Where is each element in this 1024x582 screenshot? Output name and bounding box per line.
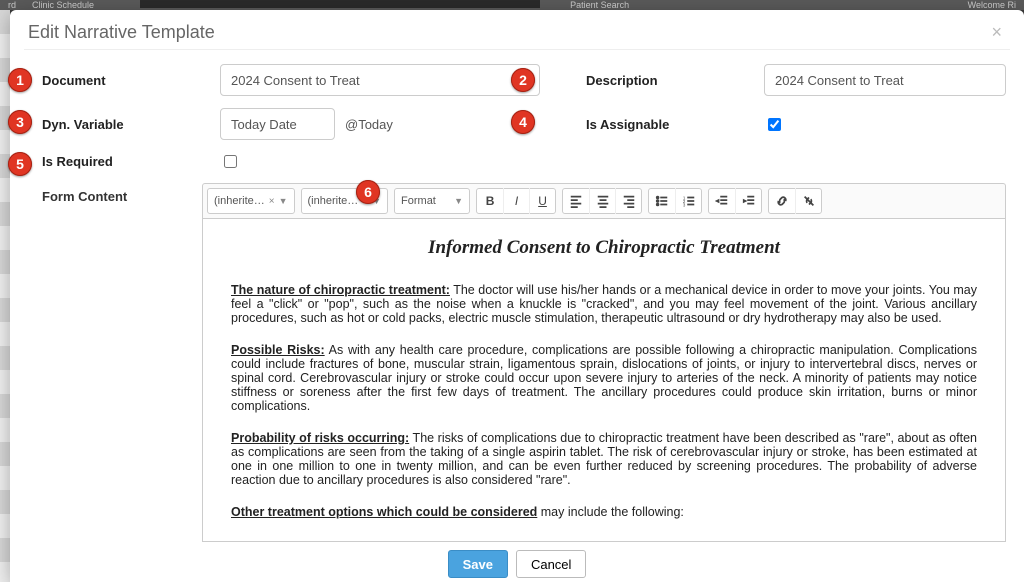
bg-menu-clinic: Clinic Schedule [24, 0, 102, 10]
annotation-badge-4: 4 [511, 110, 535, 134]
dynvar-input[interactable] [220, 108, 335, 140]
p1-lead: The nature of chiropractic treatment: [231, 283, 450, 297]
label-formcontent: Form Content [42, 183, 212, 542]
editor-content[interactable]: Informed Consent to Chiropractic Treatme… [202, 218, 1006, 542]
format-select[interactable]: Format ▼ [394, 188, 470, 214]
label-description: Description [586, 73, 756, 88]
editor-title: Informed Consent to Chiropractic Treatme… [231, 237, 977, 259]
annotation-badge-6: 6 [356, 180, 380, 204]
bold-button[interactable]: B [477, 188, 503, 214]
p2-lead: Possible Risks: [231, 343, 325, 357]
label-isrequired: Is Required [42, 154, 212, 169]
modal: Edit Narrative Template × Document Descr… [10, 10, 1024, 582]
bg-left-strip [0, 10, 10, 582]
number-list-button[interactable]: 123 [675, 188, 701, 214]
underline-button[interactable]: U [529, 188, 555, 214]
italic-button[interactable]: I [503, 188, 529, 214]
bg-menu: rd [0, 0, 24, 10]
font-size-value: (inherite… [308, 195, 359, 207]
align-center-button[interactable] [589, 188, 615, 214]
bullet-list-button[interactable] [649, 188, 675, 214]
bg-search [140, 0, 540, 8]
p3-lead: Probability of risks occurring: [231, 431, 409, 445]
p4-lead: Other treatment options which could be c… [231, 505, 537, 519]
outdent-button[interactable] [709, 188, 735, 214]
annotation-badge-3: 3 [8, 110, 32, 134]
bg-menu-patient: Patient Search [562, 0, 637, 10]
editor-toolbar: (inherite… × ▼ (inherite… × ▼ Format [202, 183, 1006, 218]
description-input[interactable] [764, 64, 1006, 96]
svg-text:3: 3 [682, 202, 685, 207]
annotation-badge-1: 1 [8, 68, 32, 92]
modal-title: Edit Narrative Template [28, 22, 215, 43]
p2-body: As with any health care procedure, compl… [231, 343, 977, 413]
dynvar-tag: @Today [345, 117, 393, 132]
save-button[interactable]: Save [448, 550, 508, 578]
unlink-button[interactable] [795, 188, 821, 214]
annotation-badge-5: 5 [8, 152, 32, 176]
cancel-button[interactable]: Cancel [516, 550, 586, 578]
align-left-button[interactable] [563, 188, 589, 214]
annotation-badge-2: 2 [511, 68, 535, 92]
align-right-button[interactable] [615, 188, 641, 214]
bg-welcome: Welcome Ri [968, 0, 1024, 10]
close-icon[interactable]: × [987, 22, 1006, 43]
font-family-select[interactable]: (inherite… × ▼ [207, 188, 295, 214]
link-button[interactable] [769, 188, 795, 214]
chevron-down-icon[interactable]: ▼ [279, 196, 288, 206]
isrequired-checkbox[interactable] [224, 155, 237, 168]
font-family-value: (inherite… [214, 195, 265, 207]
chevron-down-icon[interactable]: ▼ [454, 196, 463, 206]
label-document: Document [42, 73, 212, 88]
p4-body: may include the following: [537, 505, 684, 519]
document-input[interactable] [220, 64, 540, 96]
label-isassignable: Is Assignable [586, 117, 756, 132]
label-dynvar: Dyn. Variable [42, 117, 212, 132]
clear-icon[interactable]: × [269, 196, 275, 207]
isassignable-checkbox[interactable] [768, 118, 781, 131]
format-value: Format [401, 195, 436, 207]
indent-button[interactable] [735, 188, 761, 214]
